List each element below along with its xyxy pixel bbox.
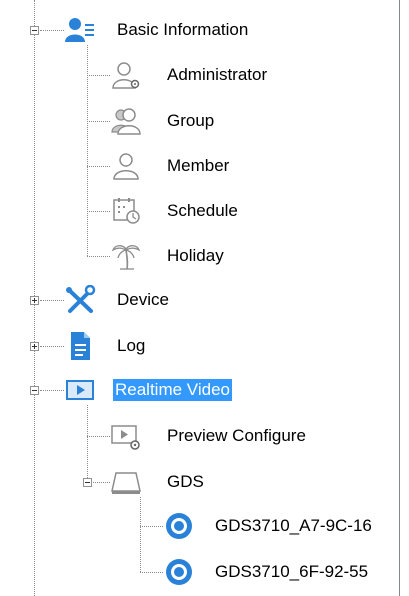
tree-hline	[87, 166, 110, 167]
tree-item-device[interactable]: Device	[64, 285, 204, 315]
device-group-icon	[110, 467, 142, 497]
tree-line-basic	[87, 45, 88, 256]
tree-hline	[140, 526, 163, 527]
tree-item-schedule[interactable]: Schedule	[110, 196, 280, 226]
palm-tree-icon	[110, 241, 142, 271]
tree-item-member[interactable]: Member	[110, 151, 270, 181]
tree-item-log[interactable]: Log	[64, 331, 184, 361]
tree-item-label: GDS	[167, 472, 204, 491]
calendar-clock-icon	[110, 196, 142, 226]
camera-icon	[163, 511, 195, 541]
camera-icon	[163, 557, 195, 587]
tree-line-realtime	[87, 405, 88, 482]
tree-item-camera[interactable]: GDS3710_A7-9C-16	[163, 511, 393, 541]
tree-item-label: Device	[117, 290, 169, 309]
tree-item-label: Schedule	[167, 201, 238, 220]
expand-device-toggle[interactable]	[30, 296, 39, 305]
play-video-icon	[64, 375, 96, 405]
tree-hline	[87, 436, 110, 437]
tree-hline	[40, 346, 64, 347]
tree-item-administrator[interactable]: Administrator	[110, 60, 310, 90]
tree-item-label: Preview Configure	[167, 426, 306, 445]
tree-item-camera[interactable]: GDS3710_6F-92-55	[163, 557, 393, 587]
tree-hline	[40, 30, 64, 31]
user-gear-icon	[110, 60, 142, 90]
tree-item-basic-information[interactable]: Basic Information	[64, 15, 304, 45]
tree-item-label: Basic Information	[117, 20, 249, 39]
tree-item-preview-configure[interactable]: Preview Configure	[110, 421, 360, 451]
tree-item-label: Group	[167, 111, 215, 130]
group-icon	[110, 106, 142, 136]
tree-item-label-selected: Realtime Video	[113, 379, 232, 401]
tree-line-gds	[140, 497, 141, 572]
tree-item-realtime-video[interactable]: Realtime Video	[64, 375, 284, 405]
collapse-basic-information-toggle[interactable]	[30, 26, 39, 35]
tree-item-label: GDS3710_A7-9C-16	[215, 516, 372, 535]
tree-hline	[40, 300, 64, 301]
tree-hline	[87, 121, 110, 122]
tree-item-label: GDS3710_6F-92-55	[215, 562, 369, 581]
preview-settings-icon	[110, 421, 142, 451]
tree-item-group[interactable]: Group	[110, 106, 270, 136]
collapse-realtime-video-toggle[interactable]	[30, 386, 39, 395]
tree-item-gds[interactable]: GDS	[110, 467, 230, 497]
user-list-icon	[64, 15, 96, 45]
tree-hline	[93, 482, 110, 483]
tree-hline	[87, 75, 110, 76]
document-icon	[64, 331, 96, 361]
tree-item-label: Log	[117, 336, 146, 355]
navigation-tree[interactable]: Basic Information Administrator Group Me…	[0, 0, 409, 596]
tree-item-label: Member	[167, 156, 230, 175]
tree-hline	[87, 211, 110, 212]
tree-item-label: Holiday	[167, 246, 224, 265]
collapse-gds-toggle[interactable]	[83, 478, 92, 487]
user-icon	[110, 151, 142, 181]
expand-log-toggle[interactable]	[30, 342, 39, 351]
tree-hline	[40, 390, 64, 391]
tree-item-label: Administrator	[167, 65, 268, 84]
tree-item-holiday[interactable]: Holiday	[110, 241, 270, 271]
tools-icon	[64, 285, 96, 315]
tree-hline	[140, 572, 163, 573]
tree-hline	[87, 256, 110, 257]
tree-border	[399, 0, 400, 596]
